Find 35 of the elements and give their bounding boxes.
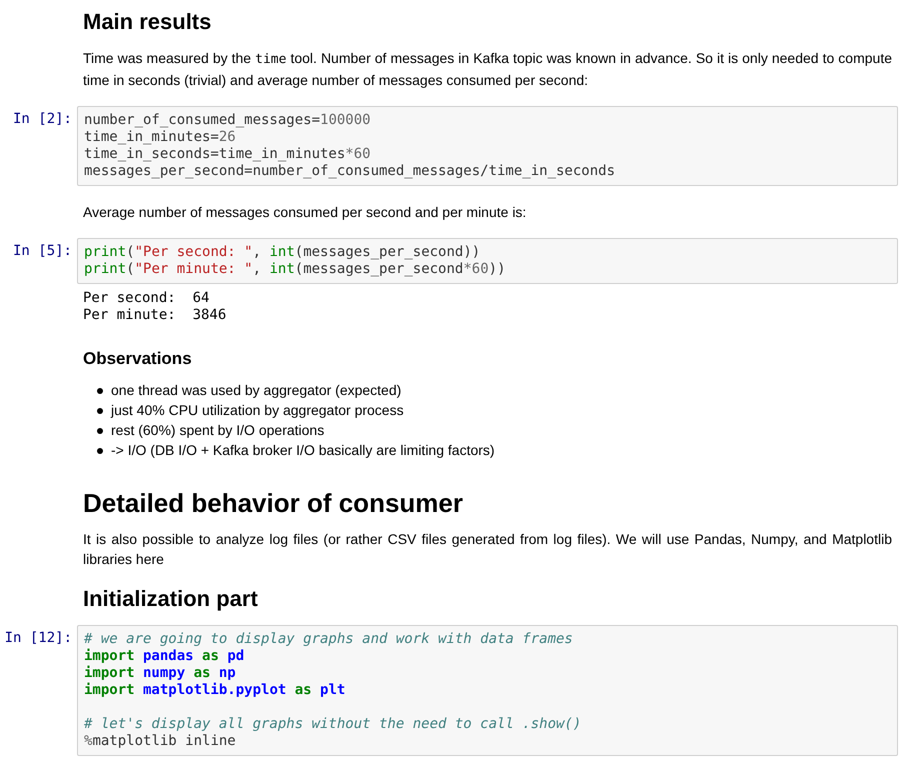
code-line: time_in_seconds=time_in_minutes*60 <box>84 146 371 162</box>
output-line: Per second: 64 <box>83 290 210 306</box>
input-prompt: In [5]: <box>12 242 72 260</box>
code-line: import numpy as np <box>84 664 236 682</box>
section-heading: Main results <box>83 8 212 36</box>
code-input-area[interactable]: number_of_consumed_messages=100000 time_in_minutes=26 time_in_seconds=time_in_minutes*60 messages_per_second=number_of_consumed_messages/time_in_seconds <box>77 106 898 186</box>
list-item-text: -> I/O (DB I/O + Kafka broker I/O basically are limiting factors) <box>111 441 495 460</box>
list-item-text: one thread was used by aggregator (expected) <box>111 381 402 400</box>
input-prompt: In [2]: <box>12 110 72 128</box>
bullet-icon <box>97 428 103 434</box>
input-prompt: In [12]: <box>4 630 72 648</box>
code-line: import pandas as pd <box>84 648 244 665</box>
code-line: # let's display all graphs without the need to call .show() <box>84 716 582 733</box>
code-input-area[interactable]: print("Per second: ", int(messages_per_second)) print("Per minute: ", int(messages_per_second*60)) <box>77 238 898 284</box>
code-line: # we are going to display graphs and work with data frames <box>84 630 573 648</box>
output-line: Per minute: 3846 <box>83 306 226 324</box>
paragraph: Average number of messages consumed per second and per minute is: <box>83 202 528 222</box>
bullet-icon <box>97 408 103 414</box>
code-input-area[interactable] <box>77 624 898 756</box>
bullet-icon <box>97 388 103 394</box>
bullet-icon <box>97 448 103 454</box>
code-line: %matplotlib inline <box>84 732 236 750</box>
list-item-text: just 40% CPU utilization by aggregator process <box>111 401 404 420</box>
section-heading: Detailed behavior of consumer <box>83 486 463 520</box>
paragraph: It is also possible to analyze log files (or rather CSV files generated from log files). We will use Pandas, Numpy, and Matplotlib libraries here <box>83 530 892 570</box>
paragraph: Time was measured by the time tool. Number of messages in Kafka topic was known in advance. So it is only needed to compute time in seconds (trivial) and average number of messages consumed per second: <box>83 48 892 90</box>
code-line: time_in_minutes=26 <box>84 128 236 146</box>
code-line: messages_per_second=number_of_consumed_messages/time_in_seconds <box>84 162 616 180</box>
code-line: number_of_consumed_messages=100000 <box>84 112 371 128</box>
code-line: import matplotlib.pyplot as plt <box>84 682 346 699</box>
section-heading: Initialization part <box>83 585 258 613</box>
subsection-heading: Observations <box>83 348 192 369</box>
code-line: print("Per second: ", int(messages_per_second)) <box>84 244 480 260</box>
code-line: print("Per minute: ", int(messages_per_second*60)) <box>84 260 506 278</box>
list-item-text: rest (60%) spent by I/O operations <box>111 421 324 440</box>
